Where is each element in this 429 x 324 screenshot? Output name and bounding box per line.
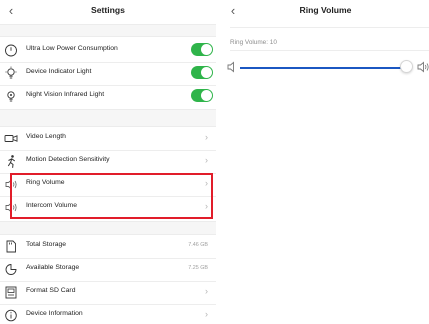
format-icon: [5, 286, 17, 299]
settings-row-label: Format SD Card: [26, 287, 76, 294]
settings-navbar: ‹ Settings: [0, 0, 216, 24]
settings-row-label: Total Storage: [26, 241, 67, 248]
settings-row-ring-volume[interactable]: Ring Volume ›: [0, 174, 216, 196]
info-icon: [5, 309, 17, 322]
total-storage-value: 7.46 GB: [188, 242, 208, 248]
slider-thumb[interactable]: [400, 60, 413, 73]
chevron-right-icon: ›: [205, 132, 208, 142]
power-icon: [5, 44, 17, 57]
settings-row-device-information[interactable]: Device Information ›: [0, 305, 216, 324]
ring-volume-value-label: Ring Volume: 10: [230, 39, 277, 46]
chevron-right-icon: ›: [205, 155, 208, 165]
sd-card-icon: [6, 240, 16, 253]
page-title: Settings: [91, 5, 125, 15]
section-divider: [0, 109, 216, 127]
page-title: Ring Volume: [299, 5, 352, 15]
settings-row-label: Ultra Low Power Consumption: [26, 45, 118, 52]
settings-row-motion-detection[interactable]: Motion Detection Sensitivity ›: [0, 151, 216, 173]
chevron-right-icon: ›: [205, 178, 208, 188]
video-camera-icon: [4, 135, 18, 142]
ring-volume-navbar: ‹ Ring Volume: [222, 0, 429, 24]
speaker-icon: [5, 179, 17, 190]
ring-volume-slider[interactable]: [227, 57, 429, 77]
settings-row-label: Night Vision Infrared Light: [26, 91, 105, 98]
night-vision-infrared-toggle[interactable]: [191, 89, 213, 102]
toggle-knob: [201, 44, 212, 55]
ring-volume-pane: ‹ Ring Volume Ring Volume: 10: [222, 0, 429, 324]
row-divider: [230, 50, 429, 51]
settings-row-available-storage: Available Storage 7.25 GB: [0, 259, 216, 281]
settings-row-intercom-volume[interactable]: Intercom Volume ›: [0, 197, 216, 219]
chevron-right-icon: ›: [205, 286, 208, 296]
settings-row-format-sd[interactable]: Format SD Card ›: [0, 282, 216, 304]
chevron-right-icon: ›: [205, 309, 208, 319]
slider-track[interactable]: [240, 67, 401, 69]
settings-row-indicator-light: Device Indicator Light: [0, 63, 216, 85]
volume-high-icon: [417, 61, 429, 73]
section-divider: [0, 221, 216, 235]
settings-row-total-storage: Total Storage 7.46 GB: [0, 236, 216, 258]
infrared-bulb-icon: [7, 91, 15, 102]
available-storage-value: 7.25 GB: [188, 265, 208, 271]
ultra-low-power-toggle[interactable]: [191, 43, 213, 56]
settings-row-night-vision: Night Vision Infrared Light: [0, 86, 216, 108]
settings-row-label: Video Length: [26, 133, 66, 140]
volume-low-icon: [227, 61, 234, 73]
running-person-icon: [7, 155, 16, 168]
settings-row-label: Available Storage: [26, 264, 80, 271]
lightbulb-icon: [5, 66, 17, 79]
pie-chart-icon: [5, 264, 17, 275]
chevron-right-icon: ›: [205, 201, 208, 211]
settings-row-ultra-low-power: Ultra Low Power Consumption: [0, 40, 216, 62]
settings-row-label: Ring Volume: [26, 179, 65, 186]
settings-pane: ‹ Settings Ultra Low Power Consumption D…: [0, 0, 216, 324]
section-divider: [0, 24, 216, 37]
speaker-icon: [5, 202, 17, 213]
settings-row-label: Motion Detection Sensitivity: [26, 156, 110, 163]
settings-row-label: Intercom Volume: [26, 202, 77, 209]
settings-row-video-length[interactable]: Video Length ›: [0, 128, 216, 150]
settings-row-label: Device Indicator Light: [26, 68, 92, 75]
header-divider: [230, 27, 429, 28]
device-indicator-light-toggle[interactable]: [191, 66, 213, 79]
settings-row-label: Device Information: [26, 310, 83, 317]
toggle-knob: [201, 67, 212, 78]
toggle-knob: [201, 90, 212, 101]
